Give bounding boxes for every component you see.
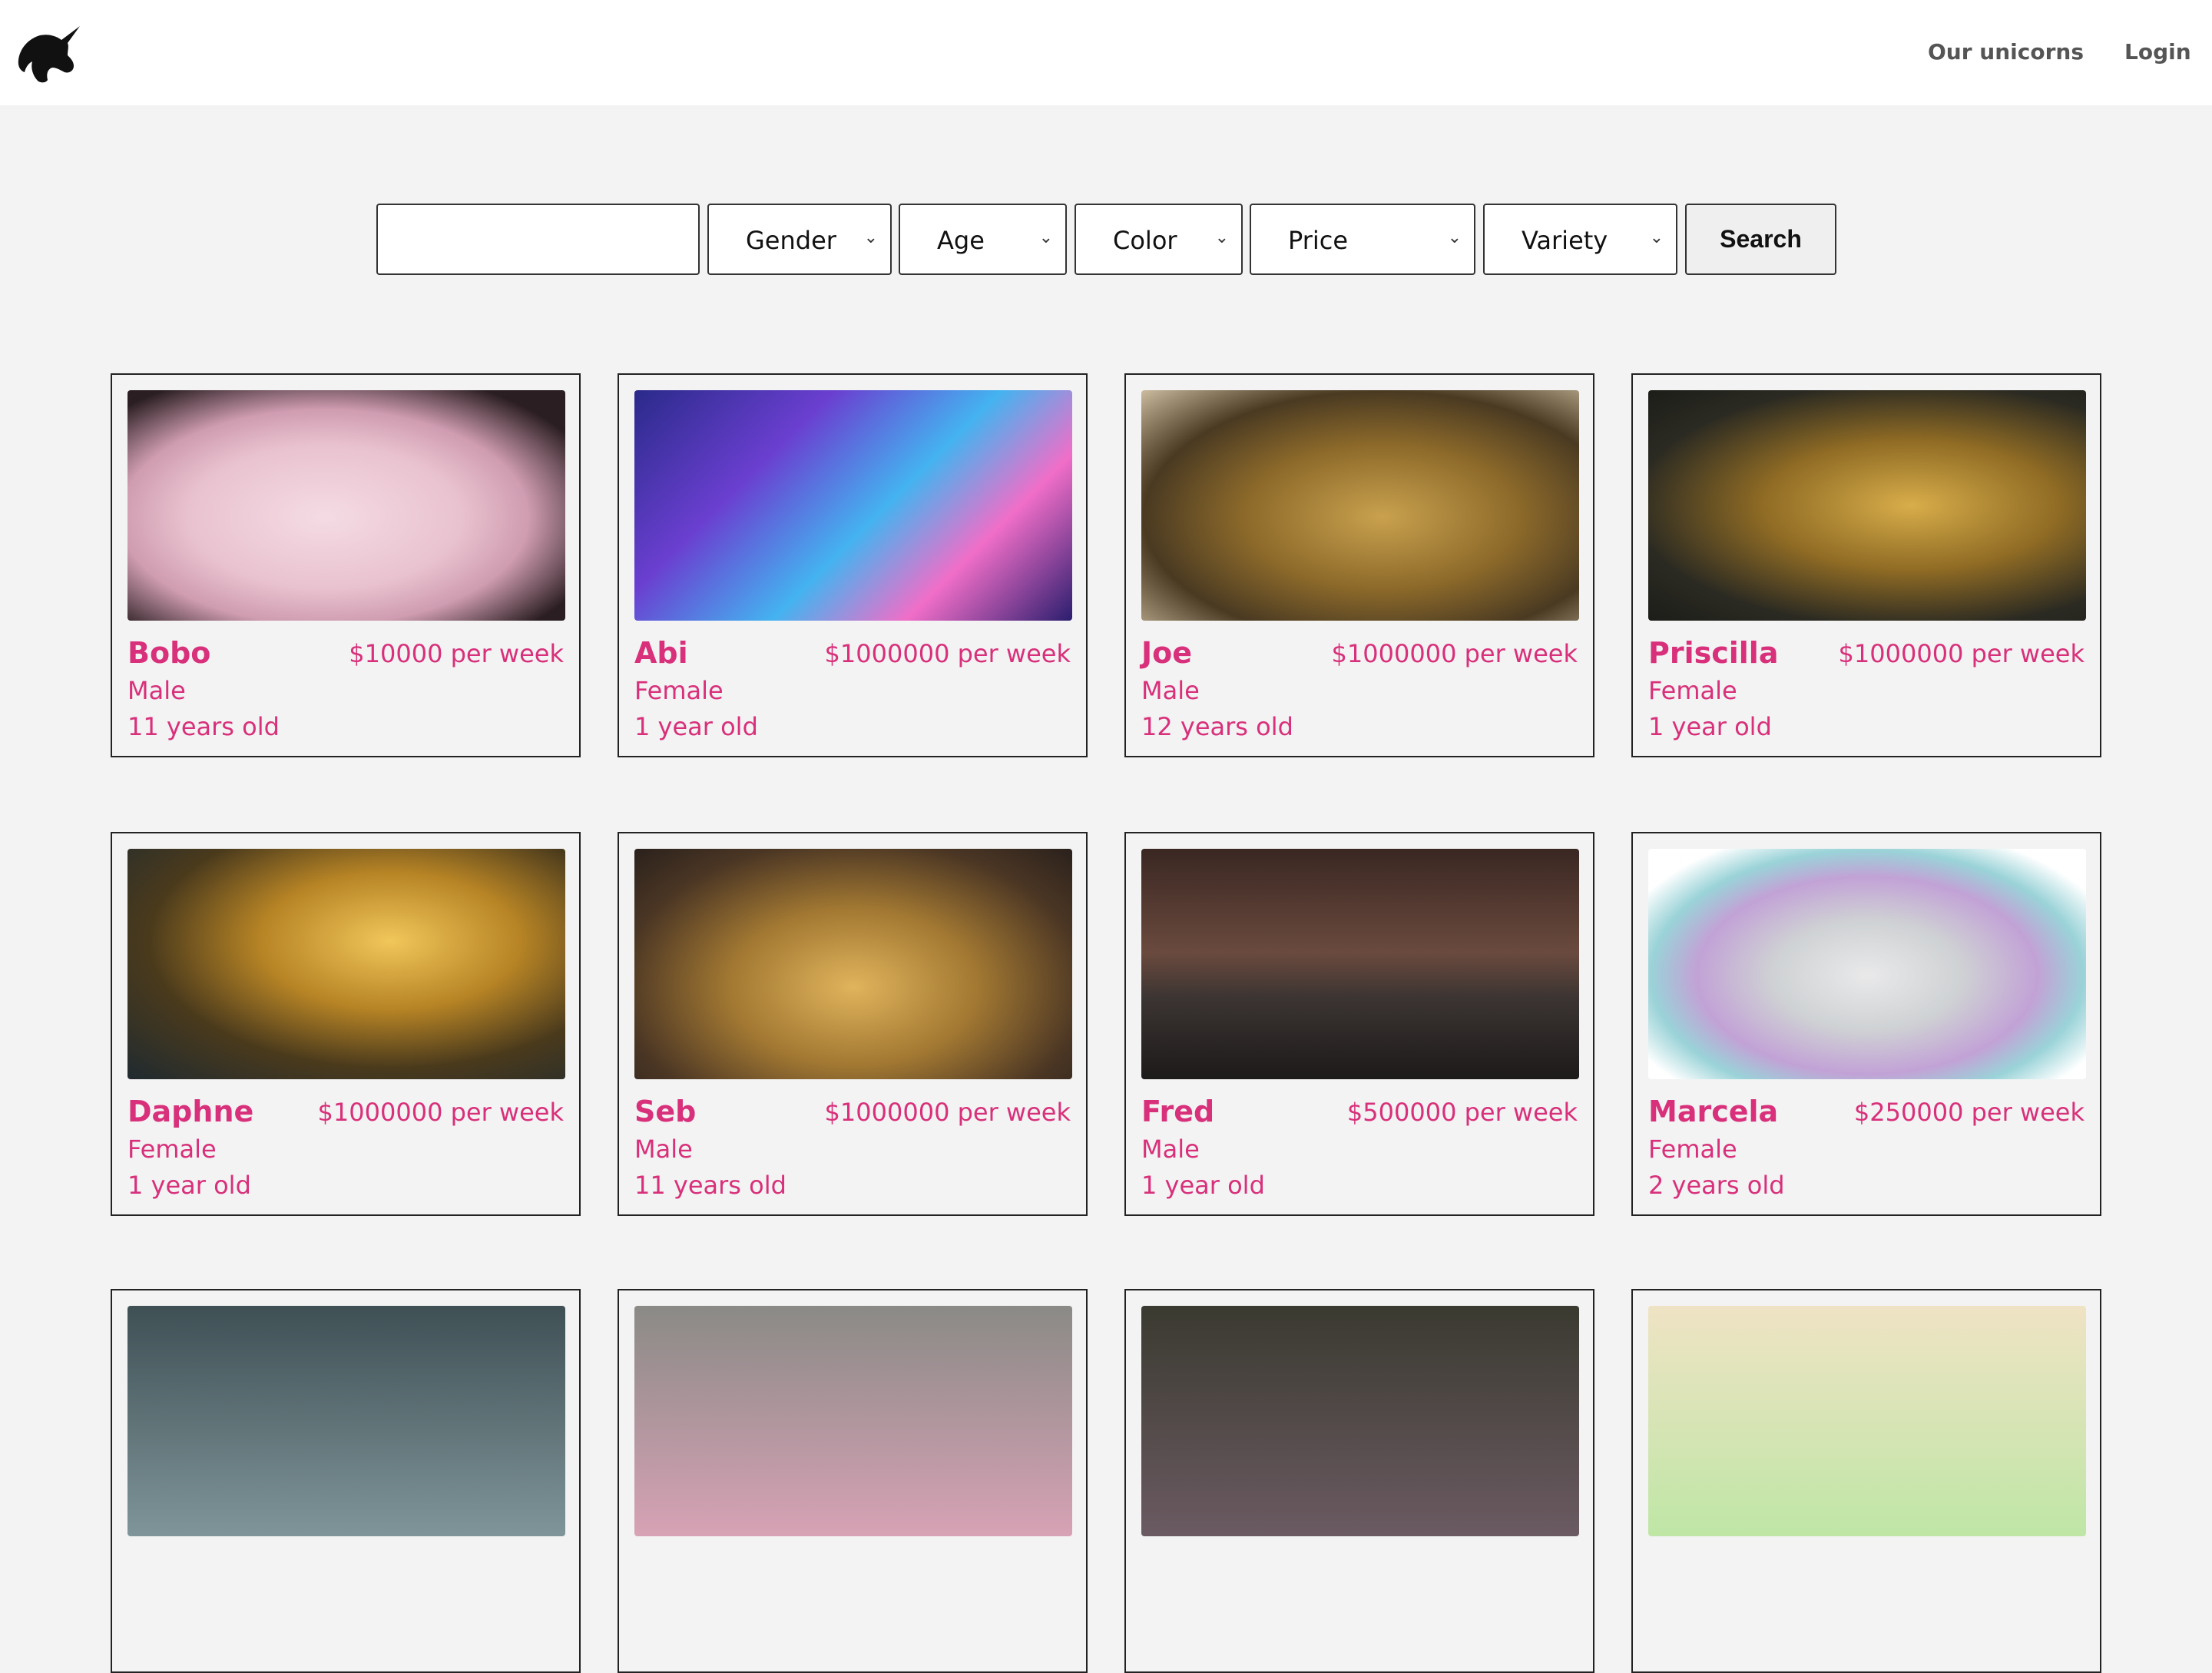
unicorn-photo[interactable] (634, 390, 1072, 621)
nav-our-unicorns[interactable]: Our unicorns (1928, 37, 2084, 68)
unicorn-price: $1000000 per week (1838, 639, 2085, 668)
unicorn-photo[interactable] (634, 1306, 1072, 1536)
unicorn-price: $1000000 per week (824, 1098, 1071, 1127)
unicorn-photo[interactable] (1141, 1306, 1579, 1536)
nav-login[interactable]: Login (2124, 37, 2191, 68)
price-select-label: Price (1288, 226, 1349, 255)
unicorn-age: 11 years old (127, 712, 280, 741)
age-select[interactable]: Age ⌄ (899, 204, 1067, 275)
age-select-label: Age (937, 226, 985, 255)
unicorn-age: 1 year old (1648, 712, 1772, 741)
unicorn-card[interactable]: Joe $1000000 per week Male 12 years old (1124, 373, 1594, 757)
color-select[interactable]: Color ⌄ (1075, 204, 1243, 275)
unicorn-age: 1 year old (634, 712, 758, 741)
unicorn-card[interactable] (1631, 1289, 2101, 1673)
unicorn-price: $1000000 per week (1331, 639, 1578, 668)
unicorn-name[interactable]: Seb (634, 1093, 696, 1130)
unicorn-photo[interactable] (127, 390, 565, 621)
unicorn-age: 11 years old (634, 1171, 786, 1200)
unicorn-card[interactable]: Fred $500000 per week Male 1 year old (1124, 832, 1594, 1216)
unicorn-price: $500000 per week (1346, 1098, 1578, 1127)
unicorn-card[interactable] (1124, 1289, 1594, 1673)
unicorn-gender: Male (634, 1135, 693, 1164)
unicorn-photo[interactable] (1648, 390, 2086, 621)
unicorn-gender: Male (1141, 1135, 1200, 1164)
chevron-down-icon: ⌄ (863, 228, 878, 247)
unicorn-price: $10000 per week (349, 639, 564, 668)
color-select-label: Color (1113, 226, 1177, 255)
chevron-down-icon: ⌄ (1038, 228, 1053, 247)
unicorn-card[interactable]: Bobo $10000 per week Male 11 years old (111, 373, 581, 757)
unicorn-gender: Female (1648, 1135, 1737, 1164)
unicorn-card[interactable] (111, 1289, 581, 1673)
unicorn-photo[interactable] (1648, 1306, 2086, 1536)
chevron-down-icon: ⌄ (1214, 228, 1229, 247)
unicorn-name[interactable]: Fred (1141, 1093, 1214, 1130)
unicorn-name[interactable]: Daphne (127, 1093, 253, 1130)
unicorn-age: 12 years old (1141, 712, 1293, 741)
chevron-down-icon: ⌄ (1447, 228, 1462, 247)
navbar: Our unicorns Login (0, 0, 2212, 105)
unicorn-photo[interactable] (1141, 849, 1579, 1079)
unicorn-price: $1000000 per week (824, 639, 1071, 668)
unicorn-card[interactable]: Priscilla $1000000 per week Female 1 yea… (1631, 373, 2101, 757)
unicorn-name[interactable]: Priscilla (1648, 634, 1778, 671)
unicorn-gender: Male (1141, 676, 1200, 705)
unicorn-gender: Male (127, 676, 186, 705)
unicorn-gender: Female (127, 1135, 217, 1164)
variety-select-label: Variety (1522, 226, 1608, 255)
unicorn-logo-icon[interactable] (17, 25, 81, 84)
gender-select[interactable]: Gender ⌄ (707, 204, 892, 275)
unicorn-card[interactable]: Seb $1000000 per week Male 11 years old (618, 832, 1088, 1216)
unicorn-photo[interactable] (1648, 849, 2086, 1079)
unicorn-name[interactable]: Marcela (1648, 1093, 1778, 1130)
unicorn-age: 1 year old (1141, 1171, 1265, 1200)
search-button[interactable]: Search (1685, 204, 1836, 275)
unicorn-card[interactable]: Daphne $1000000 per week Female 1 year o… (111, 832, 581, 1216)
price-select[interactable]: Price ⌄ (1250, 204, 1475, 275)
unicorn-photo[interactable] (127, 1306, 565, 1536)
unicorn-photo[interactable] (127, 849, 565, 1079)
unicorn-gender: Female (634, 676, 724, 705)
unicorn-card[interactable]: Marcela $250000 per week Female 2 years … (1631, 832, 2101, 1216)
unicorn-name[interactable]: Joe (1141, 634, 1192, 671)
unicorn-gender: Female (1648, 676, 1737, 705)
search-input[interactable] (376, 204, 700, 275)
gender-select-label: Gender (746, 226, 836, 255)
unicorn-name[interactable]: Abi (634, 634, 688, 671)
unicorn-card[interactable]: Abi $1000000 per week Female 1 year old (618, 373, 1088, 757)
unicorn-card[interactable] (618, 1289, 1088, 1673)
unicorn-name[interactable]: Bobo (127, 634, 210, 671)
unicorn-age: 2 years old (1648, 1171, 1785, 1200)
variety-select[interactable]: Variety ⌄ (1483, 204, 1677, 275)
unicorn-price: $1000000 per week (317, 1098, 564, 1127)
unicorn-photo[interactable] (634, 849, 1072, 1079)
chevron-down-icon: ⌄ (1649, 228, 1664, 247)
unicorn-price: $250000 per week (1853, 1098, 2085, 1127)
unicorn-age: 1 year old (127, 1171, 251, 1200)
unicorn-photo[interactable] (1141, 390, 1579, 621)
